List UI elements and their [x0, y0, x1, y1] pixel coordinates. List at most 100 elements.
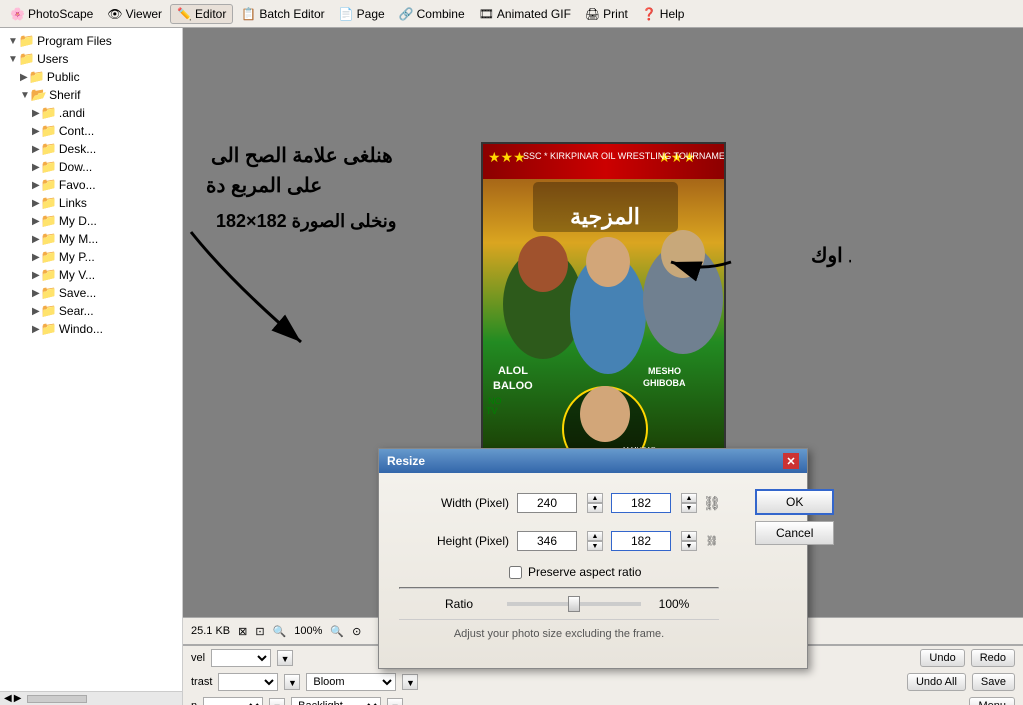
- tree-item-sherif[interactable]: ▼ 📂 Sherif: [0, 86, 182, 104]
- width-original-input[interactable]: [517, 493, 577, 513]
- tree-item-program-files[interactable]: ▼ 📁 Program Files: [0, 32, 182, 50]
- folder-icon: 📂: [31, 87, 47, 103]
- expand-icon: ▶: [32, 108, 40, 119]
- sidebar-scroll[interactable]: ▼ 📁 Program Files ▼ 📁 Users ▶ 📁 Public: [0, 28, 182, 691]
- menu-viewer[interactable]: 👁 Viewer: [101, 5, 168, 23]
- content-area: ★★★ ★★★ SSC * KIRKPINAR OIL WRESTLING TO…: [183, 28, 1023, 705]
- expand-icon: ▶: [32, 252, 40, 263]
- expand-icon: ▶: [32, 144, 40, 155]
- expand-icon: ▶: [32, 180, 40, 191]
- tree-item-my-pictures[interactable]: ▶ 📁 My P...: [0, 248, 182, 266]
- expand-icon: ▼: [20, 90, 30, 101]
- expand-icon: ▶: [32, 324, 40, 335]
- tree-item-links[interactable]: ▶ 📁 Links: [0, 194, 182, 212]
- expand-icon: ▼: [8, 54, 18, 65]
- tree-item-downloads[interactable]: ▶ 📁 Dow...: [0, 158, 182, 176]
- width-orig-up[interactable]: ▲: [587, 493, 603, 503]
- folder-icon: 📁: [41, 267, 57, 283]
- expand-icon: ▶: [32, 162, 40, 173]
- height-new-down[interactable]: ▼: [681, 541, 697, 551]
- width-new-up[interactable]: ▲: [681, 493, 697, 503]
- menu-combine[interactable]: 🔗 Combine: [393, 5, 471, 23]
- nav-left-icon[interactable]: ◀: [4, 693, 12, 704]
- ratio-slider[interactable]: [507, 602, 641, 606]
- menu-animated-gif[interactable]: 🎞 Animated GIF: [473, 5, 577, 23]
- dialog-close-button[interactable]: ✕: [783, 453, 799, 469]
- folder-icon: 📁: [19, 51, 35, 67]
- menu-print[interactable]: 🖨 Print: [579, 5, 634, 23]
- preserve-row: Preserve aspect ratio: [509, 565, 719, 579]
- height-new-input[interactable]: [611, 531, 671, 551]
- dialog-body: Width (Pixel) ▲ ▼ ▲ ▼ ⛓: [379, 473, 807, 668]
- viewer-icon: 👁: [107, 7, 122, 21]
- width-new-spinner: ▲ ▼: [681, 493, 697, 513]
- folder-icon: 📁: [41, 195, 57, 211]
- tree-item-searches[interactable]: ▶ 📁 Sear...: [0, 302, 182, 320]
- ok-button[interactable]: OK: [755, 489, 834, 515]
- preserve-checkbox[interactable]: [509, 566, 522, 579]
- tree-item-my-videos[interactable]: ▶ 📁 My V...: [0, 266, 182, 284]
- batch-icon: 📋: [241, 7, 256, 21]
- tree-item-contacts[interactable]: ▶ 📁 Cont...: [0, 122, 182, 140]
- ratio-label: Ratio: [419, 597, 499, 611]
- folder-icon: 📁: [41, 249, 57, 265]
- tree-item-favorites[interactable]: ▶ 📁 Favo...: [0, 176, 182, 194]
- folder-icon: 📁: [41, 105, 57, 121]
- menu-editor[interactable]: ✏️ Editor: [170, 4, 233, 24]
- expand-icon: ▶: [32, 198, 40, 209]
- width-label: Width (Pixel): [399, 496, 509, 510]
- menu-page[interactable]: 📄 Page: [333, 5, 391, 23]
- folder-icon: 📁: [41, 159, 57, 175]
- ratio-row: Ratio 100%: [419, 597, 699, 611]
- folder-icon: 📁: [29, 69, 45, 85]
- folder-icon: 📁: [41, 123, 57, 139]
- main-layout: ▼ 📁 Program Files ▼ 📁 Users ▶ 📁 Public: [0, 28, 1023, 705]
- folder-icon: 📁: [41, 321, 57, 337]
- help-icon: ❓: [642, 7, 657, 21]
- tree-item-my-documents[interactable]: ▶ 📁 My D...: [0, 212, 182, 230]
- tree-item-public[interactable]: ▶ 📁 Public: [0, 68, 182, 86]
- nav-right-icon[interactable]: ▶: [14, 693, 22, 704]
- height-label: Height (Pixel): [399, 534, 509, 548]
- height-orig-down[interactable]: ▼: [587, 541, 603, 551]
- menu-bar: 🌸 PhotoScape 👁 Viewer ✏️ Editor 📋 Batch …: [0, 0, 1023, 28]
- link-icon-2: ⛓: [705, 527, 719, 555]
- tree-item-windows[interactable]: ▶ 📁 Windo...: [0, 320, 182, 338]
- height-new-up[interactable]: ▲: [681, 531, 697, 541]
- editor-icon: ✏️: [177, 7, 192, 21]
- width-original-spinner: ▲ ▼: [587, 493, 603, 513]
- preserve-label: Preserve aspect ratio: [528, 565, 641, 579]
- tree-item-users[interactable]: ▼ 📁 Users: [0, 50, 182, 68]
- folder-icon: 📁: [41, 303, 57, 319]
- height-original-input[interactable]: [517, 531, 577, 551]
- folder-icon: 📁: [41, 141, 57, 157]
- width-row: Width (Pixel) ▲ ▼ ▲ ▼ ⛓: [399, 489, 719, 517]
- ratio-value: 100%: [649, 597, 699, 611]
- cancel-button[interactable]: Cancel: [755, 521, 834, 545]
- width-new-input[interactable]: [611, 493, 671, 513]
- height-orig-up[interactable]: ▲: [587, 531, 603, 541]
- menu-photoscape[interactable]: 🌸 PhotoScape: [4, 5, 99, 23]
- expand-icon: ▶: [32, 270, 40, 281]
- expand-icon: ▶: [32, 306, 40, 317]
- tree-view: ▼ 📁 Program Files ▼ 📁 Users ▶ 📁 Public: [0, 28, 182, 342]
- expand-icon: ▶: [32, 288, 40, 299]
- sidebar-scrollbar[interactable]: ◀ ▶: [0, 691, 182, 705]
- folder-icon: 📁: [41, 177, 57, 193]
- tree-item-andi[interactable]: ▶ 📁 .andi: [0, 104, 182, 122]
- dialog-buttons: OK Cancel: [739, 473, 850, 668]
- tree-item-saved-games[interactable]: ▶ 📁 Save...: [0, 284, 182, 302]
- expand-icon: ▶: [32, 126, 40, 137]
- ratio-thumb[interactable]: [568, 596, 580, 612]
- width-new-down[interactable]: ▼: [681, 503, 697, 513]
- tree-item-my-music[interactable]: ▶ 📁 My M...: [0, 230, 182, 248]
- dialog-title-label: Resize: [387, 454, 425, 468]
- menu-batch-editor[interactable]: 📋 Batch Editor: [235, 5, 330, 23]
- dialog-overlay: Resize ✕ Width (Pixel) ▲ ▼: [183, 28, 1023, 705]
- sidebar: ▼ 📁 Program Files ▼ 📁 Users ▶ 📁 Public: [0, 28, 183, 705]
- dialog-footer: Adjust your photo size excluding the fra…: [399, 619, 719, 652]
- expand-icon: ▶: [32, 216, 40, 227]
- tree-item-desktop[interactable]: ▶ 📁 Desk...: [0, 140, 182, 158]
- width-orig-down[interactable]: ▼: [587, 503, 603, 513]
- menu-help[interactable]: ❓ Help: [636, 5, 691, 23]
